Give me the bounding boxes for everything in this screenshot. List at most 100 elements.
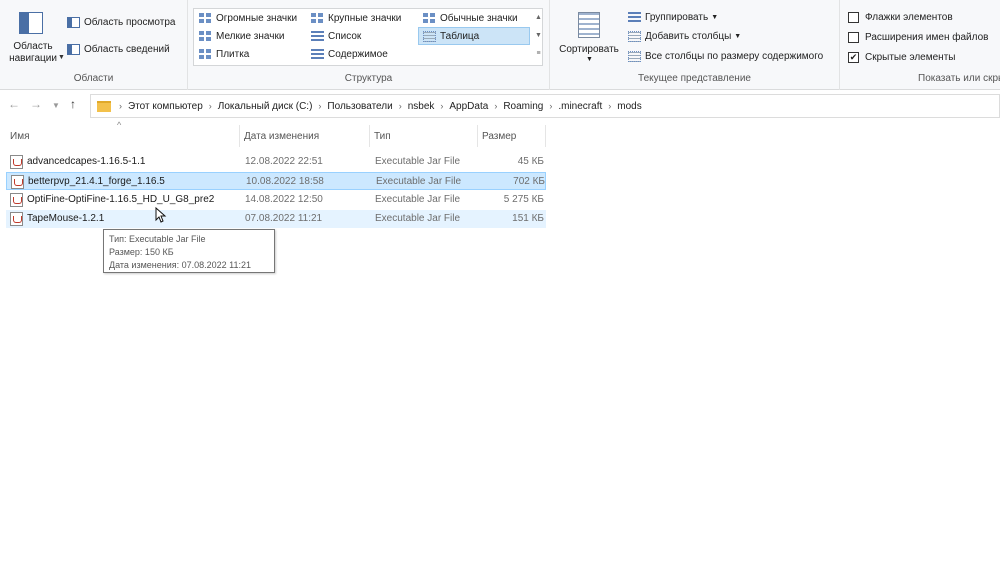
layout-option-label: Плитка: [216, 49, 250, 60]
layout-tiles[interactable]: Плитка: [199, 49, 249, 60]
hidden-items-label: Скрытые элементы: [865, 52, 956, 63]
gallery-scroll-up-button[interactable]: ▲: [534, 9, 543, 27]
column-header-label: Дата изменения: [244, 130, 320, 142]
file-name-cell: betterpvp_21.4.1_forge_1.16.5: [11, 173, 243, 191]
layout-content[interactable]: Содержимое: [311, 49, 388, 60]
layout-option-label: Список: [328, 31, 362, 42]
chevron-right-icon[interactable]: ›: [549, 101, 552, 111]
ribbon-group-label: Области: [73, 73, 114, 84]
chevron-right-icon[interactable]: ›: [119, 101, 122, 111]
jar-file-icon: [10, 193, 23, 207]
preview-pane-button[interactable]: Область просмотра: [67, 17, 175, 28]
file-name: betterpvp_21.4.1_forge_1.16.5: [28, 176, 165, 187]
breadcrumb-item[interactable]: .minecraft: [558, 101, 602, 112]
content-icon: [311, 49, 324, 60]
group-by-button[interactable]: Группировать ▼: [628, 12, 718, 23]
layout-medium-icons[interactable]: Обычные значки: [423, 13, 518, 24]
file-row[interactable]: TapeMouse-1.2.1 07.08.2022 11:21 Executabl…: [6, 210, 546, 228]
file-extensions-label: Расширения имен файлов: [865, 32, 989, 43]
chevron-down-icon: ▼: [52, 101, 60, 110]
navigation-pane-button[interactable]: Область навигации ▼: [6, 8, 65, 68]
file-name: TapeMouse-1.2.1: [27, 213, 105, 224]
layout-option-label: Содержимое: [328, 49, 388, 60]
fit-columns-button[interactable]: Все столбцы по размеру содержимого: [628, 51, 823, 62]
chevron-right-icon[interactable]: ›: [318, 101, 321, 111]
sort-button[interactable]: Сортировать ▼: [556, 8, 622, 68]
chevron-right-icon[interactable]: ›: [494, 101, 497, 111]
file-name-cell: OptiFine-OptiFine-1.16.5_HD_U_G8_pre2: [10, 191, 242, 209]
forward-button[interactable]: →: [30, 97, 42, 111]
breadcrumb[interactable]: › Этот компьютер › Локальный диск (C:) › Поль…: [90, 94, 1000, 118]
file-date: 12.08.2022 22:51: [245, 156, 323, 167]
file-extensions-toggle[interactable]: Расширения имен файлов: [848, 32, 988, 43]
breadcrumb-item[interactable]: mods: [617, 101, 641, 112]
chevron-right-icon[interactable]: ›: [209, 101, 212, 111]
back-button[interactable]: ←: [8, 97, 20, 111]
file-type: Executable Jar File: [375, 194, 461, 205]
layout-large-icons[interactable]: Крупные значки: [311, 13, 401, 24]
hidden-items-checkbox[interactable]: ✔: [848, 52, 859, 63]
preview-pane-icon: [67, 17, 80, 28]
file-extensions-checkbox[interactable]: [848, 32, 859, 43]
breadcrumb-item[interactable]: Локальный диск (C:): [218, 101, 313, 112]
tooltip-size: Размер: 150 КБ: [109, 247, 174, 257]
recent-locations-button[interactable]: ▼: [52, 101, 60, 110]
chevron-down-icon: ▼: [58, 54, 65, 61]
layout-details[interactable]: Таблица: [423, 31, 479, 42]
details-pane-label: Область сведений: [84, 44, 170, 55]
breadcrumb-item[interactable]: Этот компьютер: [128, 101, 203, 112]
breadcrumb-item[interactable]: Пользователи: [327, 101, 392, 112]
column-header-size[interactable]: Размер: [478, 125, 546, 147]
chevron-right-icon[interactable]: ›: [440, 101, 443, 111]
add-columns-label: Добавить столбцы: [645, 31, 732, 42]
file-name: OptiFine-OptiFine-1.16.5_HD_U_G8_pre2: [27, 194, 215, 205]
file-date: 14.08.2022 12:50: [245, 194, 323, 205]
column-header-type[interactable]: Тип: [370, 125, 478, 147]
details-icon: [423, 31, 436, 42]
file-row[interactable]: OptiFine-OptiFine-1.16.5_HD_U_G8_pre2 14.…: [6, 191, 546, 209]
jar-file-icon: [10, 212, 23, 226]
chevron-right-icon[interactable]: ›: [608, 101, 611, 111]
file-name-cell: advancedcapes-1.16.5-1.1: [10, 153, 242, 171]
details-pane-button[interactable]: Область сведений: [67, 44, 170, 55]
navigation-pane-icon: [19, 12, 43, 34]
breadcrumb-item[interactable]: Roaming: [503, 101, 543, 112]
file-name: advancedcapes-1.16.5-1.1: [27, 156, 146, 167]
layout-list[interactable]: Список: [311, 31, 361, 42]
group-by-icon: [628, 12, 641, 23]
tooltip-date: Дата изменения: 07.08.2022 11:21: [109, 260, 252, 270]
add-columns-button[interactable]: Добавить столбцы ▼: [628, 31, 741, 42]
chevron-down-icon: ▼: [586, 56, 593, 63]
column-header-name[interactable]: Имя: [6, 125, 240, 147]
file-row[interactable]: betterpvp_21.4.1_forge_1.16.5 10.08.2022 …: [6, 172, 546, 190]
file-type: Executable Jar File: [375, 156, 461, 167]
layout-option-label: Огромные значки: [216, 13, 298, 24]
breadcrumb-item[interactable]: nsbek: [408, 101, 435, 112]
file-date: 10.08.2022 18:58: [246, 176, 324, 187]
tooltip-type: Тип: Executable Jar File: [109, 234, 206, 244]
hidden-items-toggle[interactable]: ✔ Скрытые элементы: [848, 52, 955, 63]
chevron-down-icon: ▼: [711, 14, 719, 21]
column-header-label: Имя: [10, 130, 30, 142]
gallery-scroll-down-button[interactable]: ▼: [534, 27, 543, 45]
column-header-date[interactable]: Дата изменения: [240, 125, 370, 147]
chevron-right-icon[interactable]: ›: [399, 101, 402, 111]
layout-option-label: Таблица: [440, 31, 480, 42]
arrow-up-icon: ↑: [70, 97, 76, 111]
small-icons-icon: [199, 31, 212, 42]
item-checkboxes-checkbox[interactable]: [848, 12, 859, 23]
file-type: Executable Jar File: [375, 213, 461, 224]
layout-option-label: Мелкие значки: [216, 31, 285, 42]
navigation-pane-label: Область навигации: [9, 41, 57, 64]
chevron-down-icon: ▼: [734, 33, 742, 40]
item-checkboxes-toggle[interactable]: Флажки элементов: [848, 12, 953, 23]
file-name-cell: TapeMouse-1.2.1: [10, 210, 242, 228]
up-button[interactable]: ↑: [70, 97, 76, 111]
layout-small-icons[interactable]: Мелкие значки: [199, 31, 284, 42]
details-pane-icon: [67, 44, 80, 55]
layout-extra-large-icons[interactable]: Огромные значки: [199, 13, 297, 24]
breadcrumb-item[interactable]: AppData: [449, 101, 488, 112]
file-row[interactable]: advancedcapes-1.16.5-1.1 12.08.2022 22:51…: [6, 153, 546, 171]
gallery-expand-button[interactable]: ≡: [534, 45, 543, 63]
jar-file-icon: [11, 175, 24, 189]
